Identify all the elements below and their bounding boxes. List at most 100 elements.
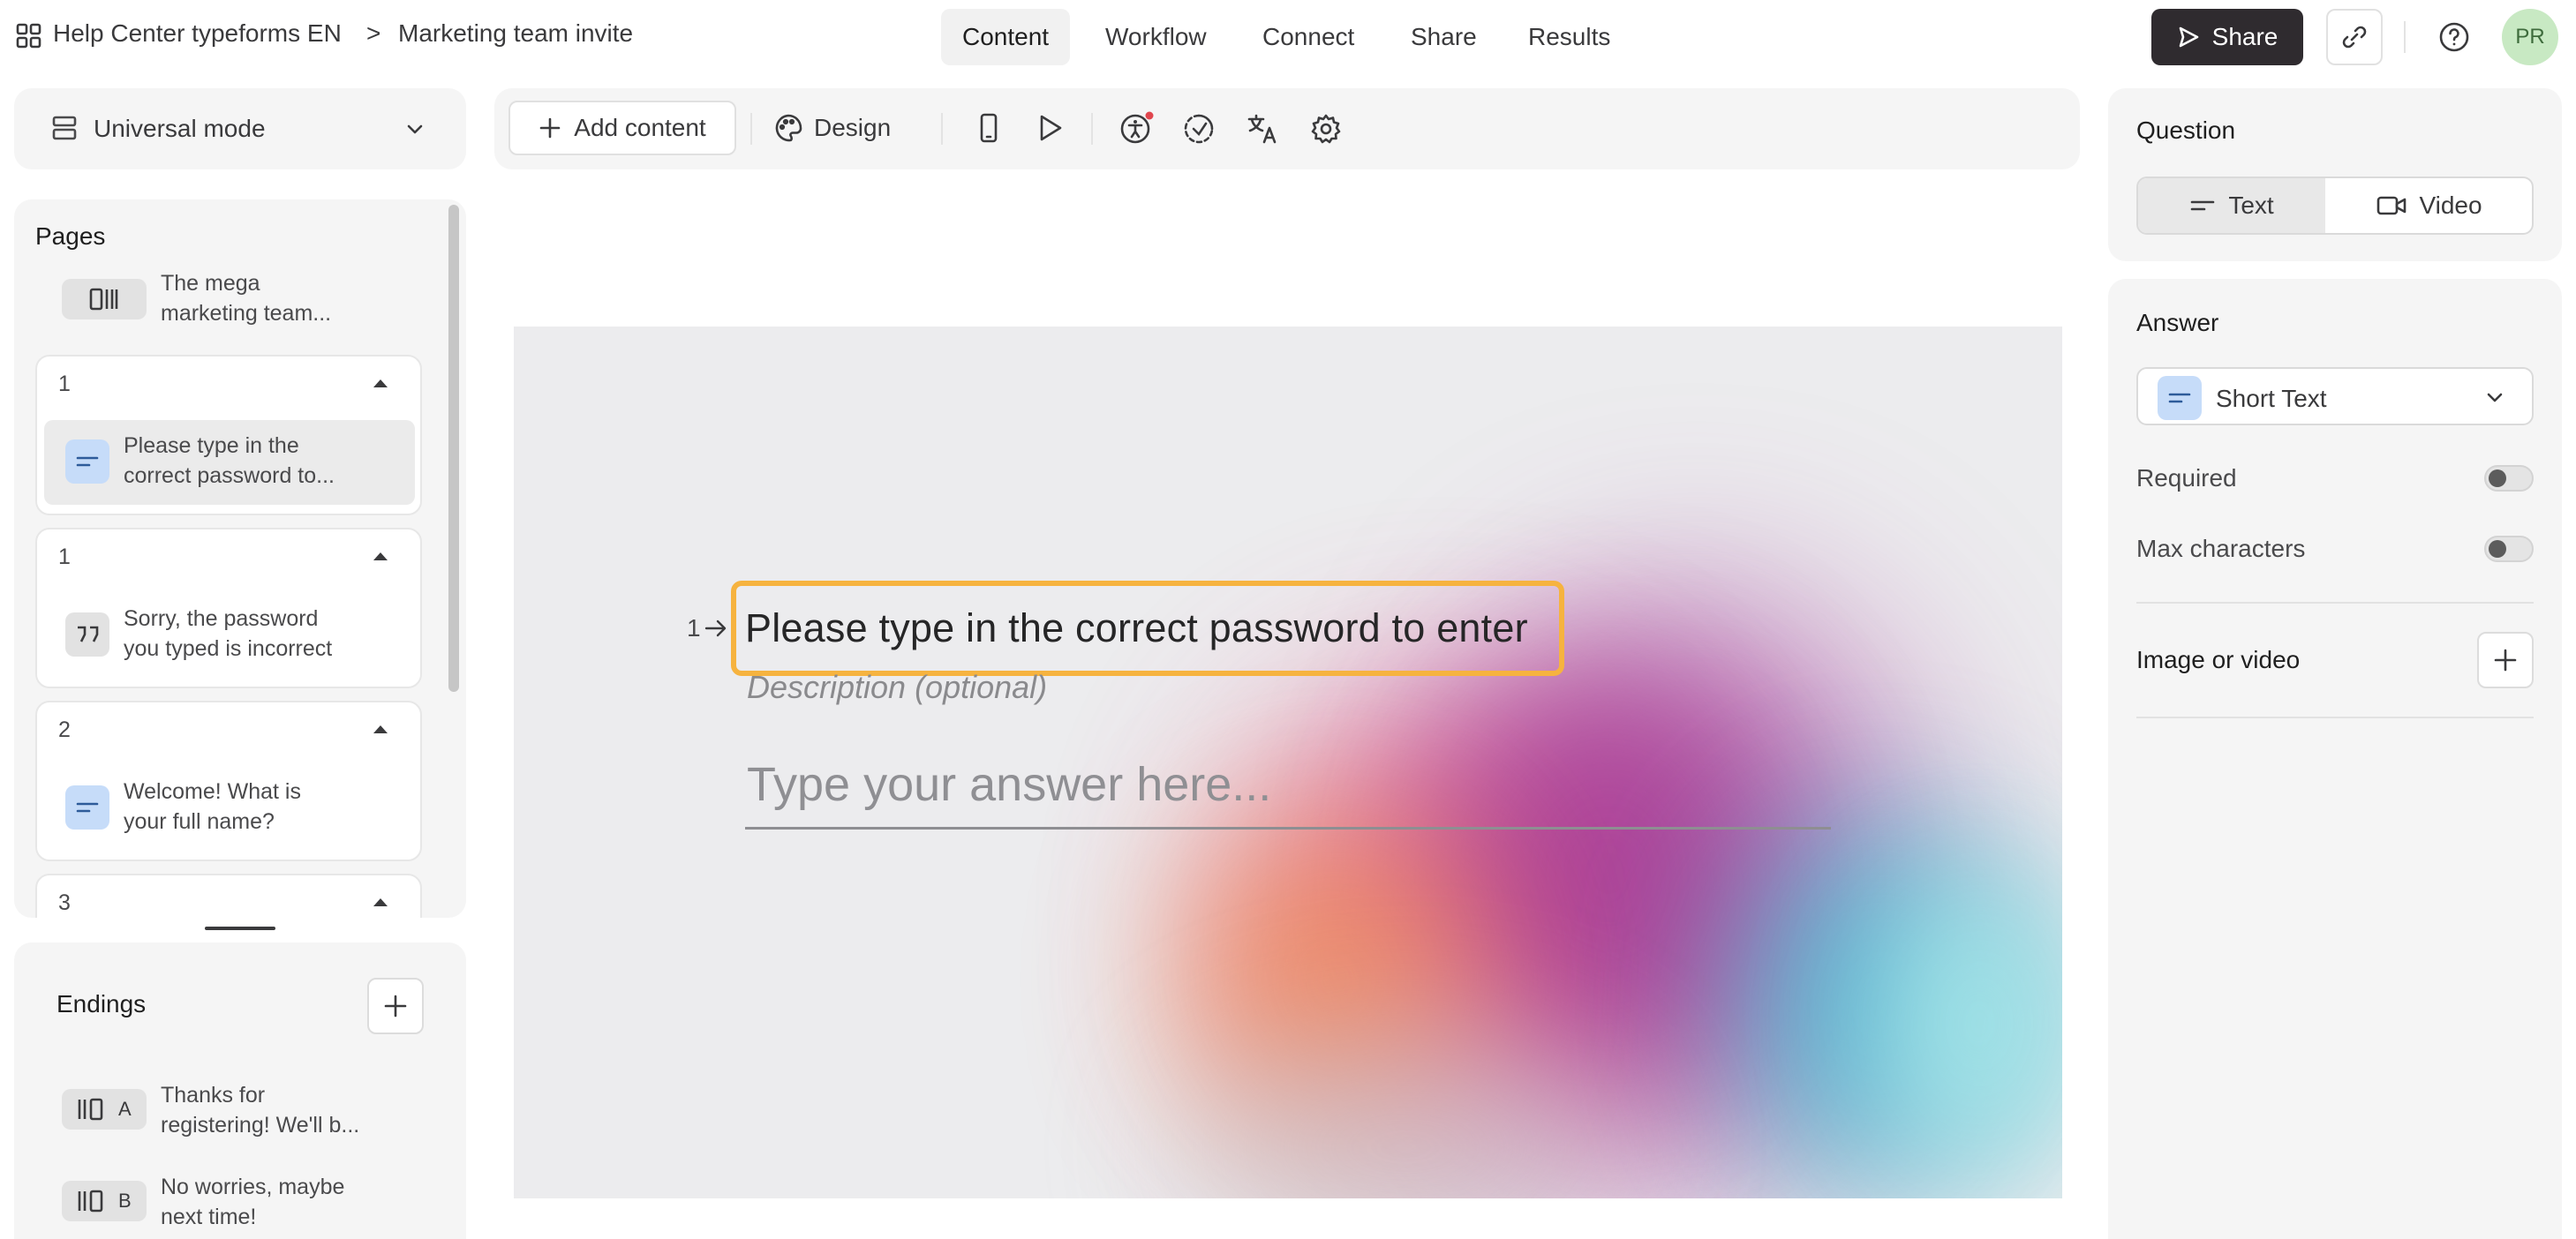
description-input[interactable]: Description (optional)	[747, 669, 1047, 706]
mode-selector[interactable]: Universal mode	[14, 88, 466, 169]
collapse-caret-icon[interactable]	[373, 378, 388, 388]
collapse-caret-icon[interactable]	[373, 897, 388, 907]
list-item-line2: you typed is incorrect	[124, 636, 333, 661]
tab-text-label: Text	[2228, 191, 2274, 219]
mode-label: Universal mode	[94, 115, 266, 142]
plus-icon	[2493, 648, 2518, 672]
tab-share[interactable]: Share	[1390, 9, 1498, 65]
ending-line1: No worries, maybe	[161, 1175, 345, 1199]
welcome-screen-icon	[62, 279, 147, 319]
tab-connect[interactable]: Connect	[1241, 9, 1375, 65]
ending-letter: B	[117, 1190, 132, 1212]
statement-quote-icon	[65, 612, 109, 657]
answer-input[interactable]: Type your answer here...	[745, 750, 1831, 830]
share-button[interactable]: Share	[2151, 9, 2303, 65]
pages-panel: Pages The mega marketing team... 1 Pleas…	[14, 199, 466, 918]
list-item-line2: your full name?	[124, 809, 275, 834]
short-text-icon	[65, 439, 109, 484]
topbar-divider	[2404, 21, 2406, 53]
answer-placeholder: Type your answer here...	[747, 758, 1272, 811]
arrow-right-icon	[703, 616, 729, 641]
translate-icon[interactable]	[1247, 113, 1278, 145]
required-toggle[interactable]	[2484, 465, 2534, 492]
answer-type-dropdown[interactable]: Short Text	[2136, 367, 2534, 425]
question-type-toggle: Text Video	[2136, 176, 2534, 235]
apps-grid-icon[interactable]	[16, 23, 42, 49]
form-preview-canvas[interactable]: 1 Please type in the correct password to…	[514, 327, 2062, 1198]
tab-video-label: Video	[2419, 191, 2482, 219]
page-number: 2	[58, 717, 71, 742]
answer-type-label: Short Text	[2216, 385, 2327, 412]
page-group[interactable]: 3	[35, 874, 422, 918]
add-content-button[interactable]: Add content	[508, 101, 736, 155]
tab-workflow[interactable]: Workflow	[1084, 9, 1228, 65]
editor-toolbar: Add content Design	[494, 88, 2080, 169]
welcome-screen-line2: marketing team...	[161, 301, 332, 326]
ending-screen-icon: A	[62, 1089, 147, 1130]
plus-icon	[539, 116, 561, 139]
chevron-down-icon	[2482, 385, 2507, 409]
tab-content[interactable]: Content	[941, 9, 1071, 65]
required-label: Required	[2136, 464, 2237, 492]
toolbar-divider	[1091, 113, 1093, 145]
ending-item[interactable]: A Thanks for registering! We'll b...	[14, 1080, 456, 1151]
max-characters-toggle[interactable]	[2484, 536, 2534, 562]
list-item[interactable]: Sorry, the password you typed is incorre…	[44, 593, 415, 678]
endings-title: Endings	[56, 990, 147, 1017]
list-item[interactable]: Welcome! What is your full name?	[44, 766, 415, 851]
logic-icon[interactable]	[1183, 113, 1215, 145]
page-group[interactable]: 1 Sorry, the password you typed is incor…	[35, 528, 422, 688]
link-icon	[2340, 23, 2369, 51]
breadcrumb-form-name[interactable]: Marketing team invite	[398, 19, 633, 48]
breadcrumb-separator: >	[366, 19, 381, 47]
answer-heading: Answer	[2136, 309, 2219, 336]
list-item-line1: Sorry, the password	[124, 606, 319, 631]
design-label: Design	[814, 114, 892, 141]
toolbar-divider	[941, 113, 943, 145]
accessibility-icon[interactable]	[1119, 111, 1155, 146]
add-content-label: Add content	[574, 114, 706, 141]
panel-resize-handle[interactable]	[205, 927, 275, 930]
settings-icon[interactable]	[1310, 113, 1342, 145]
welcome-screen-line1: The mega	[161, 271, 260, 296]
tab-text[interactable]: Text	[2138, 178, 2325, 233]
question-title-text: Please type in the correct password to e…	[745, 605, 1528, 650]
tab-video[interactable]: Video	[2325, 178, 2532, 233]
tab-results[interactable]: Results	[1507, 9, 1631, 65]
palette-icon	[773, 113, 803, 143]
phone-preview-icon[interactable]	[976, 113, 1001, 143]
short-text-icon	[65, 785, 109, 830]
page-group[interactable]: 2 Welcome! What is your full name?	[35, 701, 422, 861]
page-group[interactable]: 1 Please type in the correct password to…	[35, 355, 422, 515]
ending-line2: next time!	[161, 1205, 257, 1229]
section-divider	[2136, 717, 2534, 718]
share-button-label: Share	[2211, 23, 2278, 50]
chevron-down-icon	[403, 116, 427, 141]
pages-scrollbar[interactable]	[448, 205, 459, 692]
collapse-caret-icon[interactable]	[373, 724, 388, 734]
video-camera-icon	[2376, 195, 2407, 216]
answer-settings-panel: Answer Short Text Required Max character…	[2108, 279, 2562, 1239]
layout-icon	[51, 115, 78, 141]
question-heading: Question	[2136, 116, 2236, 144]
add-ending-button[interactable]	[367, 978, 424, 1034]
question-settings-panel: Question Text Video	[2108, 88, 2562, 261]
copy-link-button[interactable]	[2326, 9, 2383, 65]
pages-title: Pages	[35, 222, 106, 250]
help-icon[interactable]	[2438, 21, 2470, 53]
design-button[interactable]: Design	[773, 101, 891, 155]
ending-screen-icon: B	[62, 1181, 147, 1221]
breadcrumb-workspace[interactable]: Help Center typeforms EN	[53, 19, 342, 48]
avatar[interactable]: PR	[2502, 9, 2558, 65]
add-media-button[interactable]	[2477, 632, 2534, 688]
list-item[interactable]: Please type in the correct password to..…	[44, 420, 415, 505]
welcome-screen-item[interactable]: The mega marketing team...	[14, 268, 447, 348]
ending-item[interactable]: B No worries, maybe next time!	[14, 1172, 456, 1239]
question-number: 1	[687, 614, 701, 642]
collapse-caret-icon[interactable]	[373, 551, 388, 561]
page-number: 3	[58, 890, 71, 915]
ending-line1: Thanks for	[161, 1083, 266, 1108]
plus-icon	[383, 994, 408, 1018]
play-icon[interactable]	[1035, 113, 1065, 143]
endings-panel: Endings A Thanks for registering! We'll …	[14, 942, 466, 1239]
